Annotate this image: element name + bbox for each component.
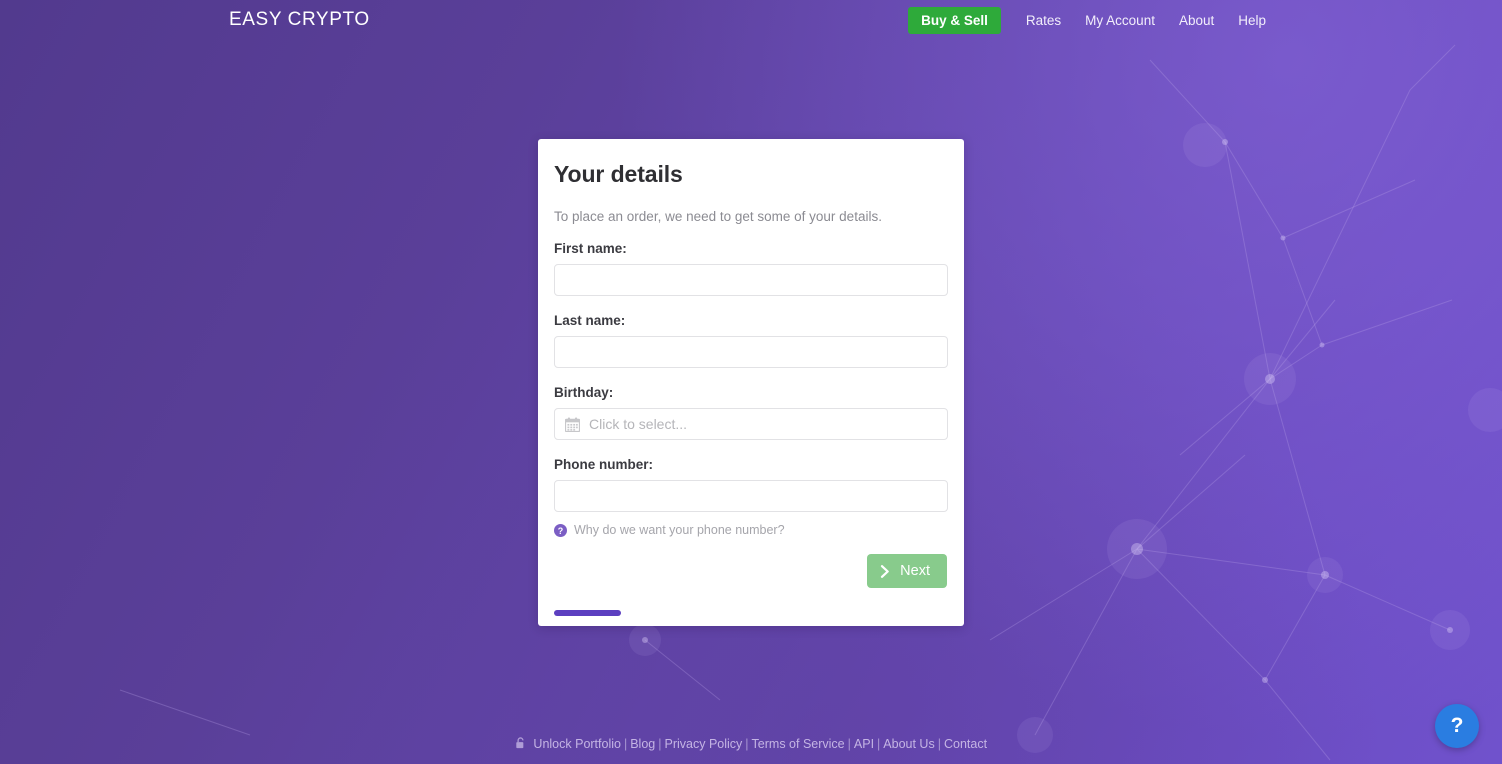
calendar-icon [565, 416, 580, 432]
page-title: Your details [554, 161, 683, 187]
brand-logo[interactable]: EASY CRYPTO [229, 9, 370, 31]
footer-separator: | [745, 737, 749, 751]
question-circle-icon: ? [554, 523, 567, 537]
next-button[interactable]: Next [867, 554, 947, 588]
footer-separator: | [937, 737, 941, 751]
question-mark-icon: ? [1450, 714, 1464, 737]
help-fab-button[interactable]: ? [1435, 704, 1479, 748]
footer-separator: | [877, 737, 881, 751]
chevron-right-icon [881, 564, 889, 578]
card-subtitle: To place an order, we need to get some o… [554, 209, 882, 224]
unlock-icon [516, 737, 524, 749]
last-name-field-group: Last name: [554, 313, 948, 368]
nav-item-rates[interactable]: Rates [1014, 7, 1073, 34]
why-phone-row: ? Why do we want your phone number? [554, 523, 948, 537]
footer-link-blog[interactable]: Blog [630, 737, 655, 751]
site-header: EASY CRYPTO Buy & Sell Rates My Account … [0, 0, 1502, 42]
first-name-field-group: First name: [554, 241, 948, 296]
form-progress-fill [554, 610, 621, 616]
nav-item-buy-sell[interactable]: Buy & Sell [908, 7, 1001, 34]
footer-link-api[interactable]: API [854, 737, 874, 751]
main-navigation: Buy & Sell Rates My Account About Help [908, 7, 1278, 34]
page-root: EASY CRYPTO Buy & Sell Rates My Account … [0, 0, 1502, 764]
site-footer: Unlock Portfolio | Blog | Privacy Policy | Ter… [0, 737, 1502, 751]
birthday-placeholder: Click to select... [589, 416, 688, 432]
nav-item-help[interactable]: Help [1226, 7, 1278, 34]
footer-separator: | [623, 737, 628, 751]
phone-field-group: Phone number: [554, 457, 948, 512]
phone-number-input[interactable] [554, 480, 948, 512]
nav-item-my-account[interactable]: My Account [1073, 7, 1167, 34]
first-name-label: First name: [554, 241, 627, 256]
birthday-date-picker[interactable]: Click to select... [554, 408, 948, 440]
footer-link-contact[interactable]: Contact [944, 737, 987, 751]
last-name-label: Last name: [554, 313, 626, 328]
why-phone-link[interactable]: Why do we want your phone number? [574, 523, 785, 537]
next-button-label: Next [900, 563, 930, 579]
phone-number-label: Phone number: [554, 457, 654, 472]
nav-item-about[interactable]: About [1167, 7, 1226, 34]
first-name-input[interactable] [554, 264, 948, 296]
svg-text:?: ? [558, 525, 563, 535]
footer-link-terms-of-service[interactable]: Terms of Service [752, 737, 845, 751]
birthday-field-group: Birthday: Click to select... [554, 385, 948, 440]
your-details-card: Your details To place an order, we need … [538, 139, 964, 626]
footer-link-unlock-portfolio[interactable]: Unlock Portfolio [533, 737, 621, 751]
footer-link-about-us[interactable]: About Us [883, 737, 934, 751]
birthday-label: Birthday: [554, 385, 614, 400]
footer-link-privacy-policy[interactable]: Privacy Policy [665, 737, 743, 751]
form-progress-bar [554, 610, 948, 616]
footer-separator: | [658, 737, 662, 751]
footer-separator: | [847, 737, 851, 751]
next-button-row: Next [554, 554, 948, 588]
last-name-input[interactable] [554, 336, 948, 368]
